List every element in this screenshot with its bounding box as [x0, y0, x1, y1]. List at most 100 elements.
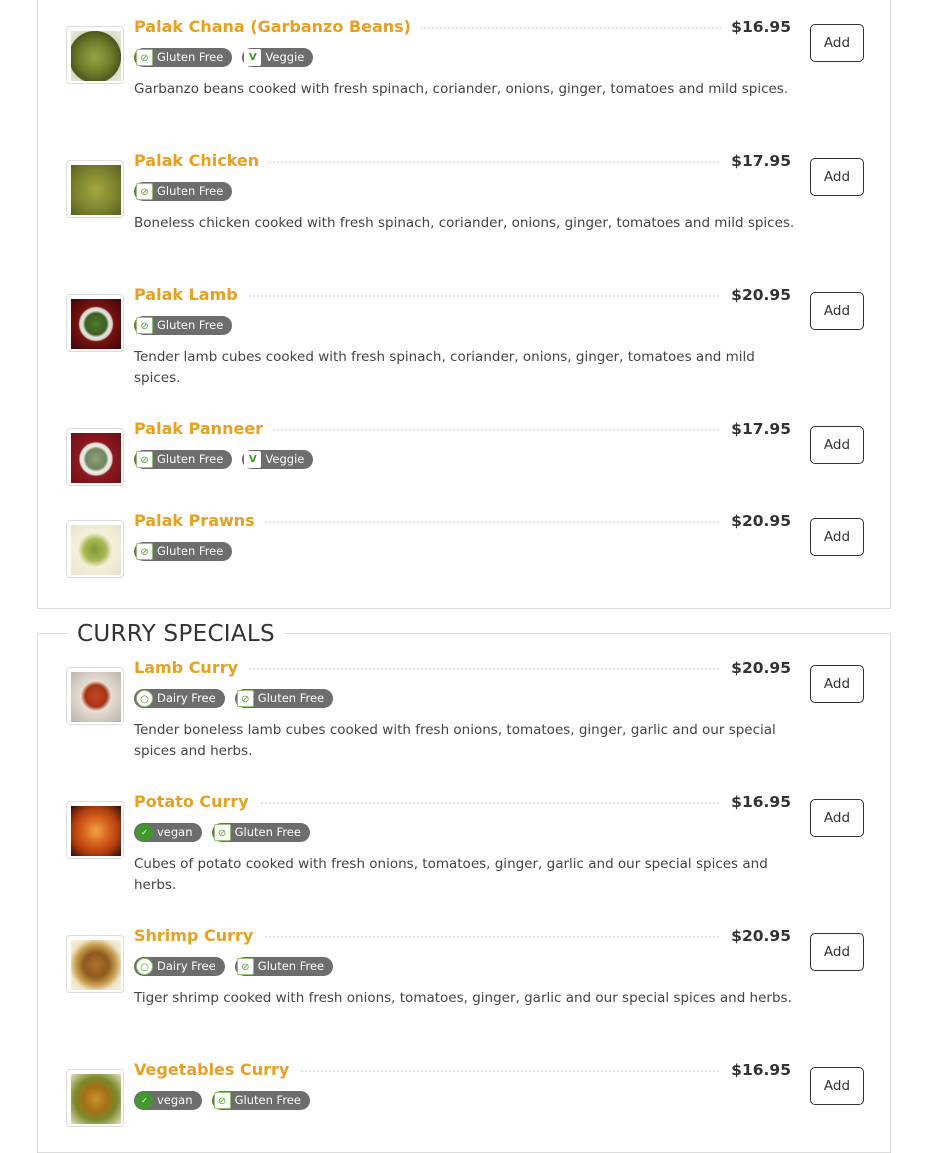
menu-item: Lamb Curry $20.95 Add ○ Dairy Free ⊘ Glute…	[38, 657, 890, 797]
item-price: $20.95	[721, 657, 791, 679]
item-description: Tender lamb cubes cooked with fresh spin…	[134, 349, 755, 386]
menu-section-curry-specials: CURRY SPECIALS Lamb Curry $20.95 Add ○ Da…	[37, 618, 891, 1153]
tag-list: ⊘ Gluten Free	[134, 182, 237, 203]
item-price: $16.95	[721, 791, 791, 813]
item-name[interactable]: Palak Panneer	[134, 418, 274, 440]
item-price: $20.95	[721, 510, 791, 532]
item-name[interactable]: Palak Chicken	[134, 150, 270, 172]
tag-list: ○ Dairy Free ⊘ Gluten Free	[134, 957, 338, 978]
tag-list: ⊘ Gluten Free V Veggie	[134, 450, 318, 471]
tag-gluten-free: ⊘ Gluten Free	[211, 1091, 310, 1110]
gluten-free-icon: ⊘	[236, 958, 254, 975]
gluten-free-icon: ⊘	[136, 317, 153, 334]
tag-gluten-free: ⊘ Gluten Free	[134, 182, 233, 201]
tag-gluten-free: ⊘ Gluten Free	[211, 823, 310, 842]
tag-gluten-free: ⊘ Gluten Free	[234, 957, 334, 976]
menu-item: Shrimp Curry $20.95 Add ○ Dairy Free ⊘ Glu…	[38, 925, 890, 1065]
tag-label: Gluten Free	[157, 452, 224, 466]
tag-label: vegan	[157, 1093, 193, 1107]
vegan-icon: ✓	[136, 1092, 153, 1109]
item-thumbnail[interactable]	[66, 428, 124, 486]
dairy-free-icon: ○	[136, 958, 153, 975]
add-button[interactable]: Add	[810, 799, 864, 837]
price-leader	[238, 936, 738, 938]
tag-label: Veggie	[265, 452, 305, 466]
item-thumbnail[interactable]	[66, 26, 124, 84]
item-price: $17.95	[721, 418, 791, 440]
gluten-free-icon: ⊘	[136, 49, 153, 66]
price-leader	[218, 668, 738, 670]
item-thumbnail[interactable]	[66, 520, 124, 578]
menu-item: Vegetables Curry $16.95 Add ✓ vegan ⊘ Glut…	[38, 1059, 890, 1149]
tag-dairy-free: ○ Dairy Free	[134, 957, 225, 976]
tag-gluten-free: ⊘ Gluten Free	[134, 542, 233, 561]
menu-item: Palak Chana (Garbanzo Beans) $16.95 Add …	[38, 16, 890, 156]
item-name[interactable]: Lamb Curry	[134, 657, 249, 679]
gluten-free-icon: ⊘	[136, 543, 153, 560]
add-button[interactable]: Add	[810, 24, 864, 62]
section-title: CURRY SPECIALS	[67, 618, 285, 650]
tag-list: ⊘ Gluten Free	[134, 316, 237, 337]
item-description: Cubes of potato cooked with fresh onions…	[134, 856, 768, 893]
add-button[interactable]: Add	[810, 665, 864, 703]
item-price: $16.95	[721, 16, 791, 38]
item-description: Boneless chicken cooked with fresh spina…	[134, 215, 795, 231]
tag-dairy-free: ○ Dairy Free	[134, 689, 225, 708]
item-thumbnail[interactable]	[66, 1069, 124, 1127]
item-name[interactable]: Palak Lamb	[134, 284, 248, 306]
tag-label: Dairy Free	[157, 691, 216, 705]
tag-label: Gluten Free	[157, 318, 224, 332]
food-image	[71, 940, 121, 990]
menu-item: Palak Lamb $20.95 Add ⊘ Gluten Free Tende…	[38, 284, 890, 424]
item-thumbnail[interactable]	[66, 160, 124, 218]
item-name[interactable]: Palak Prawns	[134, 510, 265, 532]
tag-vegan: ✓ vegan	[134, 823, 202, 842]
food-image	[71, 806, 121, 856]
tag-vegan: ✓ vegan	[134, 1091, 202, 1110]
food-image	[71, 31, 121, 81]
tag-gluten-free: ⊘ Gluten Free	[134, 48, 233, 67]
item-thumbnail[interactable]	[66, 935, 124, 993]
tag-label: vegan	[157, 825, 193, 839]
menu-item: Palak Chicken $17.95 Add ⊘ Gluten Free Bo…	[38, 150, 890, 290]
tag-veggie: V Veggie	[242, 450, 314, 469]
price-leader	[238, 521, 738, 523]
tag-list: ✓ vegan ⊘ Gluten Free	[134, 1091, 315, 1112]
tag-list: ⊘ Gluten Free	[134, 542, 237, 563]
item-thumbnail[interactable]	[66, 667, 124, 725]
gluten-free-icon: ⊘	[236, 690, 254, 707]
food-image	[71, 433, 121, 483]
add-button[interactable]: Add	[810, 158, 864, 196]
item-description: Tiger shrimp cooked with fresh onions, t…	[134, 990, 792, 1006]
tag-list: ○ Dairy Free ⊘ Gluten Free	[134, 689, 338, 710]
add-button[interactable]: Add	[810, 933, 864, 971]
tag-gluten-free: ⊘ Gluten Free	[134, 450, 233, 469]
item-thumbnail[interactable]	[66, 801, 124, 859]
veggie-icon: V	[244, 451, 262, 468]
tag-label: Gluten Free	[157, 184, 224, 198]
menu-item: Potato Curry $16.95 Add ✓ vegan ⊘ Gluten F…	[38, 791, 890, 931]
gluten-free-icon: ⊘	[136, 183, 153, 200]
add-button[interactable]: Add	[810, 292, 864, 330]
vegan-icon: ✓	[136, 824, 153, 841]
gluten-free-icon: ⊘	[213, 1092, 231, 1109]
item-description: Tender boneless lamb cubes cooked with f…	[134, 722, 776, 759]
add-button[interactable]: Add	[810, 1067, 864, 1105]
gluten-free-icon: ⊘	[136, 451, 153, 468]
item-name[interactable]: Potato Curry	[134, 791, 259, 813]
add-button[interactable]: Add	[810, 426, 864, 464]
gluten-free-icon: ⊘	[213, 824, 231, 841]
item-price: $16.95	[721, 1059, 791, 1081]
tag-label: Gluten Free	[234, 825, 301, 839]
item-price: $17.95	[721, 150, 791, 172]
tag-gluten-free: ⊘ Gluten Free	[134, 316, 233, 335]
add-button[interactable]: Add	[810, 518, 864, 556]
item-name[interactable]: Vegetables Curry	[134, 1059, 300, 1081]
item-thumbnail[interactable]	[66, 294, 124, 352]
tag-list: ⊘ Gluten Free V Veggie	[134, 48, 318, 69]
food-image	[71, 1074, 121, 1124]
item-name[interactable]: Palak Chana (Garbanzo Beans)	[134, 16, 421, 38]
food-image	[71, 165, 121, 215]
item-name[interactable]: Shrimp Curry	[134, 925, 264, 947]
tag-label: Gluten Free	[157, 50, 224, 64]
